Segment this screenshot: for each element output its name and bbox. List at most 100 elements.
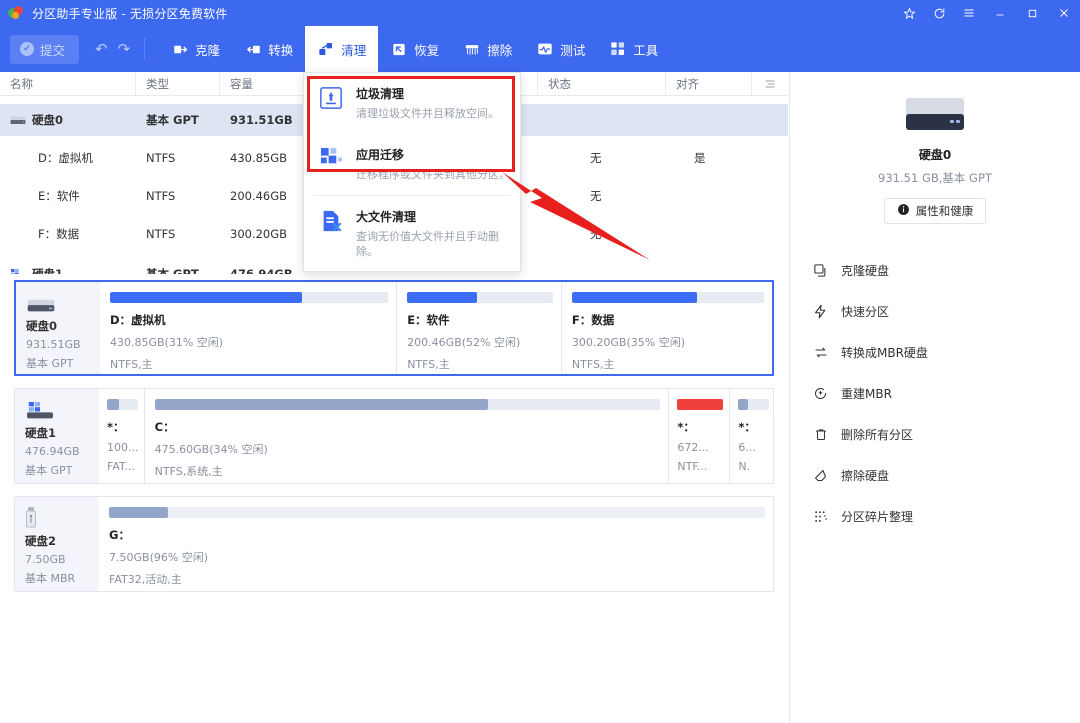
clean-dropdown-menu: 垃圾清理 清理垃圾文件并且释放空间。 应用迁移 迁移程序或文件夹到其他分区。 大…	[303, 72, 521, 273]
close-icon[interactable]	[1048, 0, 1080, 26]
toolbar-label-test: 测试	[560, 42, 586, 58]
menu-icon[interactable]	[954, 0, 984, 26]
disk-scheme: 基本 GPT	[26, 357, 74, 370]
disk-size: 476.94GB	[25, 445, 80, 458]
toolbar-item-tools[interactable]: 工具	[597, 26, 670, 72]
row-name: 硬盘0	[32, 113, 64, 127]
undo-icon[interactable]: ↶	[95, 40, 108, 58]
clean-icon	[317, 40, 335, 58]
disk-card-1[interactable]: 硬盘1 476.94GB 基本 GPT *： 100... FAT... C： …	[14, 388, 774, 484]
toolbar-item-clean[interactable]: 清理	[305, 26, 379, 72]
menu-item-desc: 查询无价值大文件并且手动删除。	[356, 229, 499, 258]
action-label: 克隆硬盘	[841, 264, 890, 278]
star-icon[interactable]	[894, 0, 924, 26]
toolbar-divider	[144, 38, 146, 60]
properties-health-button[interactable]: 属性和健康	[883, 198, 987, 224]
action-label: 快速分区	[841, 305, 890, 319]
toolbar-label-clone: 克隆	[195, 42, 221, 58]
action-convert-mbr[interactable]: 转换成MBR硬盘	[790, 332, 1080, 373]
usb-icon	[25, 507, 99, 529]
partition-block[interactable]: *： 100... FAT...	[99, 389, 144, 483]
partition-capacity: 6...	[738, 441, 756, 454]
menu-item-title: 应用迁移	[356, 147, 405, 162]
row-type: NTFS	[146, 151, 176, 165]
hdd-icon	[10, 114, 26, 126]
hdd-gpt-icon	[25, 399, 99, 421]
app-logo-icon	[8, 5, 24, 21]
toolbar-label-convert: 转换	[268, 42, 294, 58]
partition-block[interactable]: *： 672... NTF...	[668, 389, 729, 483]
panel-disk-meta: 931.51 GB,基本 GPT	[878, 171, 992, 185]
toolbar-label-wipe: 擦除	[487, 42, 513, 58]
partition-fs: NTF...	[677, 460, 708, 473]
minimize-icon[interactable]	[984, 0, 1016, 26]
action-defrag[interactable]: 分区碎片整理	[790, 496, 1080, 537]
row-name: D：虚拟机	[38, 151, 93, 165]
disk-card-0[interactable]: 硬盘0 931.51GB 基本 GPT D：虚拟机 430.85GB(31% 空…	[14, 280, 774, 376]
toolbar-item-wipe[interactable]: 擦除	[451, 26, 524, 72]
action-label: 删除所有分区	[841, 428, 914, 442]
action-clone-disk[interactable]: 克隆硬盘	[790, 250, 1080, 291]
panel-disk-name: 硬盘0	[918, 148, 952, 162]
partition-block[interactable]: F：数据 300.20GB(35% 空闲) NTFS,主	[560, 282, 772, 374]
rebuild-mbr-icon	[812, 385, 829, 402]
action-wipe-disk[interactable]: 擦除硬盘	[790, 455, 1080, 496]
hdd-icon	[26, 292, 100, 314]
defrag-icon	[812, 508, 829, 525]
partition-capacity: 100...	[107, 441, 138, 454]
properties-health-label: 属性和健康	[915, 204, 974, 218]
partition-fs: NTFS,主	[407, 358, 450, 371]
partition-fs: FAT...	[107, 460, 135, 473]
partition-block[interactable]: G： 7.50GB(96% 空闲) FAT32,活动,主	[99, 497, 773, 591]
partition-fs: NTFS,系统,主	[154, 465, 223, 478]
action-label: 转换成MBR硬盘	[841, 346, 928, 360]
toolbar-item-convert[interactable]: 转换	[232, 26, 305, 72]
quick-partition-icon	[812, 303, 829, 320]
toolbar-item-clone[interactable]: 克隆	[159, 26, 232, 72]
row-align: 是	[694, 151, 706, 165]
wipe-disk-icon	[812, 467, 829, 484]
convert-mbr-icon	[812, 344, 829, 361]
column-header-status[interactable]: 状态	[538, 71, 666, 96]
menu-item-desc: 迁移程序或文件夹到其他分区。	[356, 167, 510, 181]
partition-block[interactable]: E：软件 200.46GB(52% 空闲) NTFS,主	[396, 282, 561, 374]
toolbar-label-recover: 恢复	[414, 42, 440, 58]
commit-button[interactable]: ✔ 提交	[10, 34, 80, 64]
partition-title: F：数据	[571, 313, 615, 327]
action-label: 重建MBR	[841, 387, 892, 401]
menu-item-title: 大文件清理	[356, 209, 417, 224]
menu-item-junk-clean[interactable]: 垃圾清理 清理垃圾文件并且释放空间。	[304, 73, 520, 134]
column-header-align[interactable]: 对齐	[666, 71, 752, 96]
partition-title: *：	[738, 420, 756, 434]
row-type: 基本 GPT	[146, 113, 199, 127]
partition-fs: FAT32,活动,主	[109, 573, 182, 586]
row-name: E：软件	[38, 189, 80, 203]
toolbar-item-test[interactable]: 测试	[524, 26, 597, 72]
main-toolbar: ✔ 提交 ↶ ↷ 克隆 转换 清理 恢复 擦除 测试 工具	[0, 26, 1080, 72]
toolbar-label-tools: 工具	[633, 42, 659, 58]
maximize-icon[interactable]	[1016, 0, 1048, 26]
hdd-illustration-icon	[904, 94, 966, 136]
commit-label: 提交	[40, 42, 66, 58]
action-quick-partition[interactable]: 快速分区	[790, 291, 1080, 332]
partition-capacity: 200.46GB(52% 空闲)	[407, 336, 521, 349]
partition-block[interactable]: C： 475.60GB(34% 空闲) NTFS,系统,主	[143, 389, 669, 483]
column-header-type[interactable]: 类型	[136, 71, 220, 96]
menu-item-big-file-clean[interactable]: 大文件清理 查询无价值大文件并且手动删除。	[304, 196, 520, 272]
disk-card-2[interactable]: 硬盘2 7.50GB 基本 MBR G： 7.50GB(96% 空闲) FAT3…	[14, 496, 774, 592]
toolbar-item-recover[interactable]: 恢复	[378, 26, 451, 72]
menu-item-app-migrate[interactable]: 应用迁移 迁移程序或文件夹到其他分区。	[304, 134, 520, 195]
recover-icon	[390, 40, 408, 58]
action-label: 擦除硬盘	[841, 469, 890, 483]
action-delete-all-partitions[interactable]: 删除所有分区	[790, 414, 1080, 455]
partition-block[interactable]: *： 6... N.	[729, 389, 773, 483]
action-rebuild-mbr[interactable]: 重建MBR	[790, 373, 1080, 414]
refresh-icon[interactable]	[924, 0, 954, 26]
column-settings-icon[interactable]	[752, 78, 788, 90]
partition-fs: NTFS,主	[571, 358, 615, 371]
disk-name: 硬盘2	[25, 534, 57, 548]
column-header-name[interactable]: 名称	[0, 71, 136, 96]
partition-block[interactable]: D：虚拟机 430.85GB(31% 空闲) NTFS,主	[100, 282, 396, 374]
clone-disk-icon	[812, 262, 829, 279]
redo-icon[interactable]: ↷	[118, 40, 131, 58]
